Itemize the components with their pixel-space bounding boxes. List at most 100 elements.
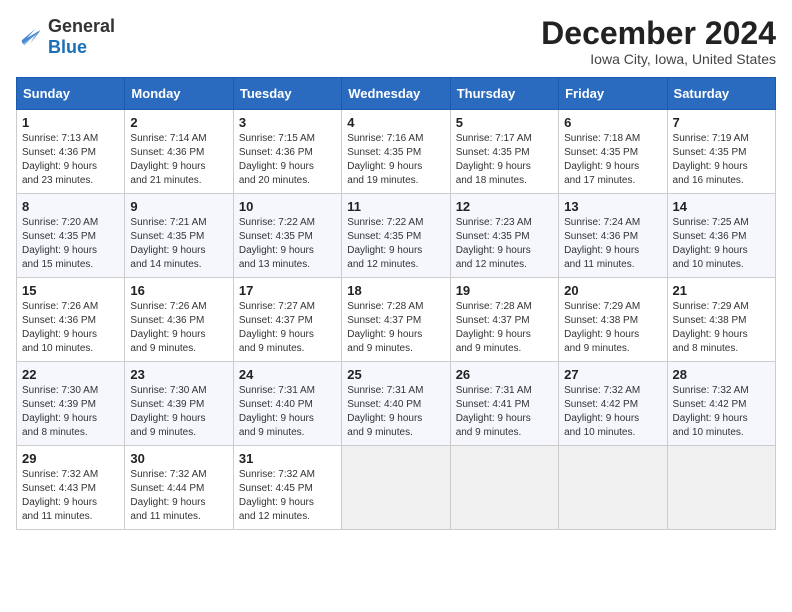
calendar-cell: 26 Sunrise: 7:31 AM Sunset: 4:41 PM Dayli… [450,362,558,446]
day-info: Sunrise: 7:29 AM Sunset: 4:38 PM Dayligh… [673,300,770,356]
calendar-cell [342,446,450,530]
day-info: Sunrise: 7:19 AM Sunset: 4:35 PM Dayligh… [673,132,770,188]
calendar-cell: 20 Sunrise: 7:29 AM Sunset: 4:38 PM Dayli… [559,278,667,362]
day-number: 28 [673,367,770,382]
calendar-cell: 19Sunrise: 7:28 AM Sunset: 4:37 PM Dayli… [450,278,558,362]
logo-general: General [48,16,115,36]
day-info: Sunrise: 7:14 AM Sunset: 4:36 PM Dayligh… [130,132,227,188]
day-number: 27 [564,367,661,382]
calendar-cell: 5 Sunrise: 7:17 AM Sunset: 4:35 PM Daylig… [450,110,558,194]
logo-icon [16,23,44,51]
calendar-cell: 25 Sunrise: 7:31 AM Sunset: 4:40 PM Dayli… [342,362,450,446]
calendar-cell: 7Sunrise: 7:19 AM Sunset: 4:35 PM Daylig… [667,110,775,194]
logo: General Blue [16,16,115,58]
day-info: Sunrise: 7:22 AM Sunset: 4:35 PM Dayligh… [347,216,444,272]
calendar-cell: 30Sunrise: 7:32 AM Sunset: 4:44 PM Dayli… [125,446,233,530]
day-info: Sunrise: 7:32 AM Sunset: 4:43 PM Dayligh… [22,468,119,524]
day-info: Sunrise: 7:13 AM Sunset: 4:36 PM Dayligh… [22,132,119,188]
calendar-cell: 10 Sunrise: 7:22 AM Sunset: 4:35 PM Dayli… [233,194,341,278]
calendar-cell: 18 Sunrise: 7:28 AM Sunset: 4:37 PM Dayli… [342,278,450,362]
day-info: Sunrise: 7:16 AM Sunset: 4:35 PM Dayligh… [347,132,444,188]
day-info: Sunrise: 7:28 AM Sunset: 4:37 PM Dayligh… [347,300,444,356]
calendar-cell [450,446,558,530]
day-number: 20 [564,283,661,298]
day-info: Sunrise: 7:22 AM Sunset: 4:35 PM Dayligh… [239,216,336,272]
column-header-monday: Monday [125,78,233,110]
day-number: 6 [564,115,661,130]
calendar-cell: 8 Sunrise: 7:20 AM Sunset: 4:35 PM Daylig… [17,194,125,278]
day-number: 13 [564,199,661,214]
calendar-week-row: 8 Sunrise: 7:20 AM Sunset: 4:35 PM Daylig… [17,194,776,278]
calendar-cell: 14 Sunrise: 7:25 AM Sunset: 4:36 PM Dayli… [667,194,775,278]
day-info: Sunrise: 7:32 AM Sunset: 4:45 PM Dayligh… [239,468,336,524]
column-header-thursday: Thursday [450,78,558,110]
day-number: 23 [130,367,227,382]
day-info: Sunrise: 7:30 AM Sunset: 4:39 PM Dayligh… [130,384,227,440]
calendar-cell: 11 Sunrise: 7:22 AM Sunset: 4:35 PM Dayli… [342,194,450,278]
day-number: 21 [673,283,770,298]
day-info: Sunrise: 7:25 AM Sunset: 4:36 PM Dayligh… [673,216,770,272]
day-info: Sunrise: 7:32 AM Sunset: 4:42 PM Dayligh… [673,384,770,440]
day-info: Sunrise: 7:26 AM Sunset: 4:36 PM Dayligh… [130,300,227,356]
title-block: December 2024 Iowa City, Iowa, United St… [541,16,776,67]
day-info: Sunrise: 7:31 AM Sunset: 4:40 PM Dayligh… [347,384,444,440]
calendar-cell: 16Sunrise: 7:26 AM Sunset: 4:36 PM Dayli… [125,278,233,362]
calendar-week-row: 15 Sunrise: 7:26 AM Sunset: 4:36 PM Dayli… [17,278,776,362]
day-info: Sunrise: 7:31 AM Sunset: 4:41 PM Dayligh… [456,384,553,440]
calendar-cell [559,446,667,530]
day-number: 11 [347,199,444,214]
calendar-week-row: 1 Sunrise: 7:13 AM Sunset: 4:36 PM Daylig… [17,110,776,194]
day-info: Sunrise: 7:26 AM Sunset: 4:36 PM Dayligh… [22,300,119,356]
calendar-cell: 1 Sunrise: 7:13 AM Sunset: 4:36 PM Daylig… [17,110,125,194]
calendar-table: SundayMondayTuesdayWednesdayThursdayFrid… [16,77,776,530]
calendar-header-row: SundayMondayTuesdayWednesdayThursdayFrid… [17,78,776,110]
calendar-week-row: 22Sunrise: 7:30 AM Sunset: 4:39 PM Dayli… [17,362,776,446]
day-number: 26 [456,367,553,382]
column-header-friday: Friday [559,78,667,110]
day-number: 18 [347,283,444,298]
day-info: Sunrise: 7:20 AM Sunset: 4:35 PM Dayligh… [22,216,119,272]
day-number: 14 [673,199,770,214]
column-header-sunday: Sunday [17,78,125,110]
day-number: 3 [239,115,336,130]
calendar-cell: 21 Sunrise: 7:29 AM Sunset: 4:38 PM Dayli… [667,278,775,362]
calendar-cell: 9Sunrise: 7:21 AM Sunset: 4:35 PM Daylig… [125,194,233,278]
day-number: 5 [456,115,553,130]
day-number: 4 [347,115,444,130]
day-number: 15 [22,283,119,298]
day-info: Sunrise: 7:24 AM Sunset: 4:36 PM Dayligh… [564,216,661,272]
calendar-week-row: 29 Sunrise: 7:32 AM Sunset: 4:43 PM Dayli… [17,446,776,530]
day-info: Sunrise: 7:23 AM Sunset: 4:35 PM Dayligh… [456,216,553,272]
calendar-cell: 13 Sunrise: 7:24 AM Sunset: 4:36 PM Dayli… [559,194,667,278]
day-info: Sunrise: 7:32 AM Sunset: 4:44 PM Dayligh… [130,468,227,524]
day-number: 2 [130,115,227,130]
calendar-cell: 2 Sunrise: 7:14 AM Sunset: 4:36 PM Daylig… [125,110,233,194]
day-info: Sunrise: 7:28 AM Sunset: 4:37 PM Dayligh… [456,300,553,356]
day-number: 29 [22,451,119,466]
day-info: Sunrise: 7:29 AM Sunset: 4:38 PM Dayligh… [564,300,661,356]
day-number: 17 [239,283,336,298]
calendar-cell: 4 Sunrise: 7:16 AM Sunset: 4:35 PM Daylig… [342,110,450,194]
column-header-saturday: Saturday [667,78,775,110]
calendar-cell: 31 Sunrise: 7:32 AM Sunset: 4:45 PM Dayli… [233,446,341,530]
column-header-tuesday: Tuesday [233,78,341,110]
column-header-wednesday: Wednesday [342,78,450,110]
day-number: 24 [239,367,336,382]
day-info: Sunrise: 7:15 AM Sunset: 4:36 PM Dayligh… [239,132,336,188]
day-info: Sunrise: 7:17 AM Sunset: 4:35 PM Dayligh… [456,132,553,188]
day-number: 31 [239,451,336,466]
day-number: 25 [347,367,444,382]
calendar-cell: 27Sunrise: 7:32 AM Sunset: 4:42 PM Dayli… [559,362,667,446]
calendar-cell: 28 Sunrise: 7:32 AM Sunset: 4:42 PM Dayli… [667,362,775,446]
day-info: Sunrise: 7:18 AM Sunset: 4:35 PM Dayligh… [564,132,661,188]
day-number: 12 [456,199,553,214]
calendar-cell: 12 Sunrise: 7:23 AM Sunset: 4:35 PM Dayli… [450,194,558,278]
calendar-cell: 22Sunrise: 7:30 AM Sunset: 4:39 PM Dayli… [17,362,125,446]
day-number: 1 [22,115,119,130]
calendar-cell: 6 Sunrise: 7:18 AM Sunset: 4:35 PM Daylig… [559,110,667,194]
day-info: Sunrise: 7:30 AM Sunset: 4:39 PM Dayligh… [22,384,119,440]
day-number: 10 [239,199,336,214]
day-number: 8 [22,199,119,214]
day-info: Sunrise: 7:27 AM Sunset: 4:37 PM Dayligh… [239,300,336,356]
calendar-cell: 15 Sunrise: 7:26 AM Sunset: 4:36 PM Dayli… [17,278,125,362]
